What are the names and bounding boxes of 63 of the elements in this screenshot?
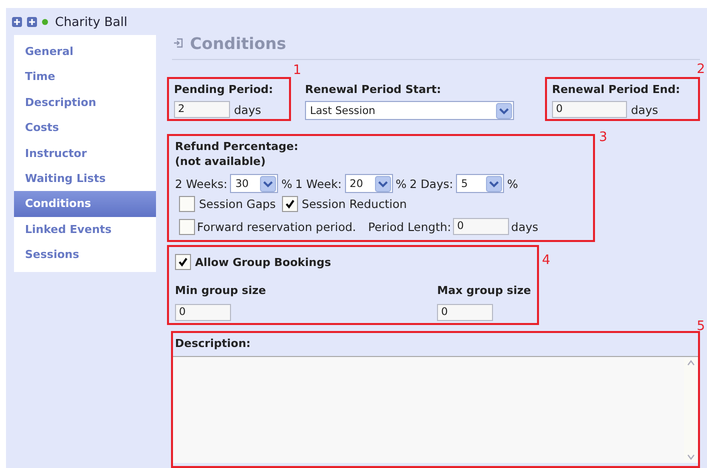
callout-number: 4 (542, 254, 550, 267)
checkbox-label: Forward reservation period. (197, 220, 356, 234)
select-field[interactable]: Last Session (305, 101, 514, 120)
input-field[interactable]: 0 (453, 218, 510, 235)
field-label: Renewal Period End: (552, 82, 682, 97)
check-icon (284, 199, 295, 209)
unit-label: days (511, 220, 538, 234)
enter-icon (173, 38, 183, 48)
sidebar-item[interactable]: General (14, 39, 156, 64)
field-label: Pending Period: (174, 82, 274, 97)
select-field[interactable]: 20 (344, 174, 393, 193)
sidebar-item[interactable]: Description (14, 90, 156, 116)
field-label: Renewal Period Start: (305, 82, 442, 97)
checkbox-label: Session Gaps (199, 197, 276, 211)
caret-icon (496, 102, 512, 118)
callout-number: 3 (599, 131, 608, 144)
sidebar-item[interactable]: Costs (14, 115, 156, 141)
checkbox[interactable] (179, 218, 195, 234)
section-heading: Conditions (190, 34, 286, 52)
unit-label: days (631, 102, 658, 116)
field-label: 2 Days: (410, 176, 454, 190)
scroll-down-icon[interactable] (686, 453, 696, 461)
field-label: Description: (174, 336, 252, 352)
callout-number: 2 (696, 63, 705, 76)
caret-icon (260, 176, 276, 192)
callout-number: 1 (293, 64, 302, 77)
field-label: 2 Weeks: (175, 176, 228, 190)
scroll-up-icon[interactable] (686, 359, 696, 367)
checkbox[interactable] (175, 254, 191, 270)
checkbox[interactable] (179, 196, 195, 212)
input-field[interactable]: 0 (437, 304, 494, 321)
sidebar-item[interactable]: Linked Events (14, 216, 156, 242)
expand-icon[interactable] (27, 16, 37, 26)
unit-label: % (281, 176, 292, 190)
sidebar-item[interactable]: Conditions (14, 191, 156, 217)
sidebar-item[interactable]: Sessions (14, 242, 156, 268)
input-field[interactable]: 0 (175, 304, 231, 321)
status-dot-icon (42, 18, 48, 24)
input-field[interactable]: 2 (174, 101, 230, 118)
callout-number: 5 (696, 320, 705, 333)
sidebar-item[interactable]: Instructor (14, 140, 156, 166)
expand-icon[interactable] (12, 16, 22, 26)
caret-icon (486, 176, 502, 192)
unit-label: % (396, 176, 407, 190)
field-note: (not available) (175, 154, 267, 169)
field-label: Refund Percentage: (175, 139, 300, 154)
field-label: Period Length: (368, 220, 452, 234)
item-title: Charity Ball (55, 14, 128, 29)
field-label: Max group size (437, 283, 531, 298)
checkbox[interactable] (282, 196, 298, 212)
checkbox-label: Session Reduction (302, 197, 407, 211)
field-label: Min group size (175, 283, 266, 298)
unit-label: % (507, 176, 518, 190)
sidebar-item[interactable]: Waiting Lists (14, 166, 156, 192)
sidebar-item[interactable]: Time (14, 64, 156, 90)
caret-icon (374, 176, 391, 192)
select-field[interactable]: 5 (456, 174, 504, 193)
checkbox-label: Allow Group Bookings (195, 254, 331, 270)
unit-label: days (234, 102, 262, 116)
select-field[interactable]: 30 (230, 174, 278, 193)
field-label: 1 Week: (295, 176, 342, 190)
input-field[interactable]: 0 (552, 101, 627, 118)
check-icon (178, 257, 188, 267)
